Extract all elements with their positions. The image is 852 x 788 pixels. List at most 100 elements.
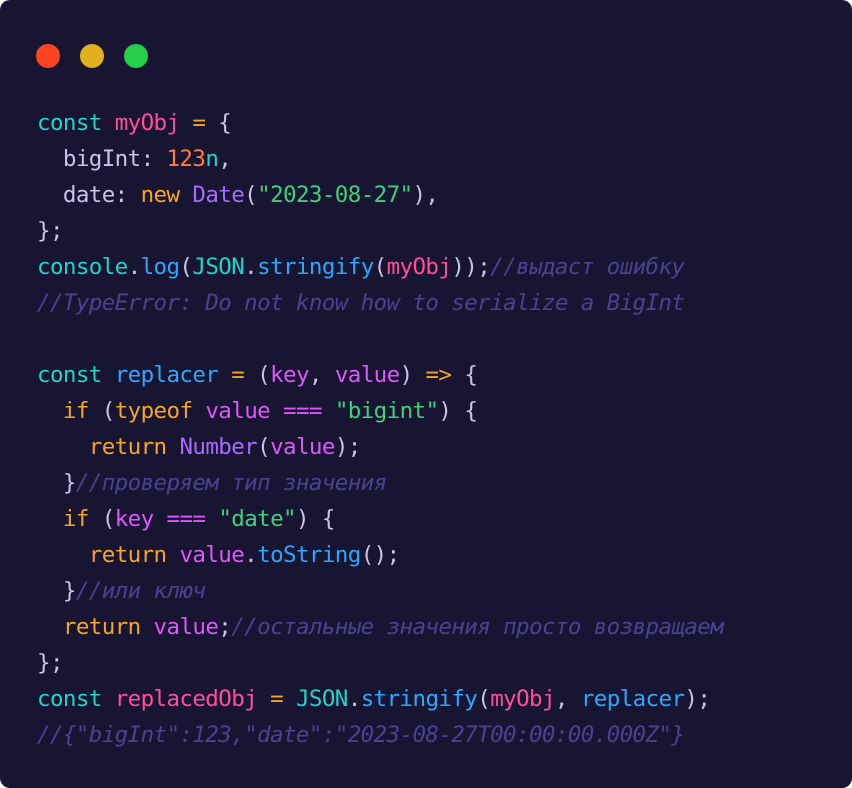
code-token: log (140, 254, 180, 280)
code-token: . (244, 254, 258, 280)
code-token: const (37, 110, 102, 136)
code-line: console.log(JSON.stringify(myObj));//выд… (37, 249, 723, 285)
code-token: } (37, 578, 77, 604)
code-token: . (127, 254, 142, 280)
code-line: return value;//остальные значения просто… (37, 609, 724, 645)
code-token: n (205, 146, 219, 172)
code-token: value (334, 362, 400, 388)
code-token: ; (218, 614, 232, 640)
code-line: return Number(value); (37, 429, 723, 465)
code-token: ) { (438, 398, 478, 424)
code-token: , (308, 362, 335, 388)
code-token: )); (451, 254, 491, 280)
code-line: if (typeof value === "bigint") { (37, 393, 723, 429)
code-token: Date (192, 182, 245, 208)
code-token: JSON (295, 686, 348, 712)
code-token: } (37, 470, 77, 496)
minimize-dot-icon[interactable] (80, 44, 104, 68)
code-token: , (554, 686, 581, 712)
code-token: return (88, 434, 167, 460)
code-line: }//или ключ (37, 573, 723, 609)
code-line: }//проверяем тип значения (37, 465, 723, 501)
close-dot-icon[interactable] (36, 44, 60, 68)
code-token: { (451, 362, 478, 388)
code-token: ( (257, 434, 271, 460)
code-token: (); (360, 542, 400, 568)
code-token: const (37, 362, 102, 388)
code-token: }; (37, 650, 64, 676)
code-token: = (270, 686, 284, 712)
code-token: key (114, 506, 154, 532)
code-token: return (62, 614, 141, 640)
code-line: date: new Date("2023-08-27"), (37, 177, 723, 213)
code-token: = (192, 110, 206, 136)
code-token: ); (334, 434, 362, 460)
code-token: "bigint" (334, 398, 439, 424)
code-token: ) { (296, 506, 335, 532)
code-token: typeof (114, 398, 193, 424)
code-token: ); (684, 686, 711, 712)
code-token: ( (179, 254, 193, 280)
code-token: replacer (580, 686, 685, 712)
code-line: //{"bigInt":123,"date":"2023-08-27T00:00… (37, 717, 723, 753)
code-token: const (37, 686, 102, 712)
code-token: stringify (360, 686, 478, 712)
code-token: }; (37, 218, 64, 244)
code-token: ( (477, 686, 491, 712)
code-token: 123 (166, 146, 206, 172)
code-line: return value.toString(); (37, 537, 723, 573)
code-line: bigInt: 123n, (37, 141, 723, 177)
code-token: === (283, 398, 322, 424)
code-line: const replacer = (key, value) => { (37, 357, 723, 393)
maximize-dot-icon[interactable] (124, 44, 148, 68)
code-token: if (62, 398, 90, 424)
code-token: Number (179, 434, 258, 460)
code-token: replacer (114, 362, 219, 388)
code-token: JSON (192, 254, 245, 280)
code-line: }; (37, 645, 723, 681)
code-token: value (270, 434, 335, 460)
code-token: ( (373, 254, 388, 280)
code-token: if (62, 506, 90, 532)
code-token: myObj (114, 110, 180, 136)
code-token: replacedObj (114, 686, 258, 712)
code-line: if (key === "date") { (37, 501, 723, 537)
code-token: key (270, 362, 309, 388)
code-token: new (140, 182, 180, 208)
code-token: ( (244, 182, 258, 208)
code-comment: //остальные значения просто возвращаем (231, 614, 724, 640)
code-token: === (166, 506, 206, 532)
code-token: ( (88, 506, 116, 532)
code-token: date: (37, 182, 141, 208)
code-token: ), (412, 182, 439, 208)
code-comment: //проверяем тип значения (75, 470, 387, 496)
code-token: value (179, 542, 245, 568)
code-token: = (231, 362, 245, 388)
code-token: "date" (218, 506, 296, 532)
code-token: stringify (257, 254, 374, 280)
code-token: myObj (386, 254, 452, 280)
code-block: const myObj = { bigInt: 123n, date: new … (37, 105, 724, 753)
code-token: value (153, 614, 219, 640)
code-token: { (205, 110, 232, 136)
code-line: const replacedObj = JSON.stringify(myObj… (37, 681, 723, 717)
code-token: "2023-08-27" (257, 182, 413, 208)
code-token: , (218, 146, 232, 172)
